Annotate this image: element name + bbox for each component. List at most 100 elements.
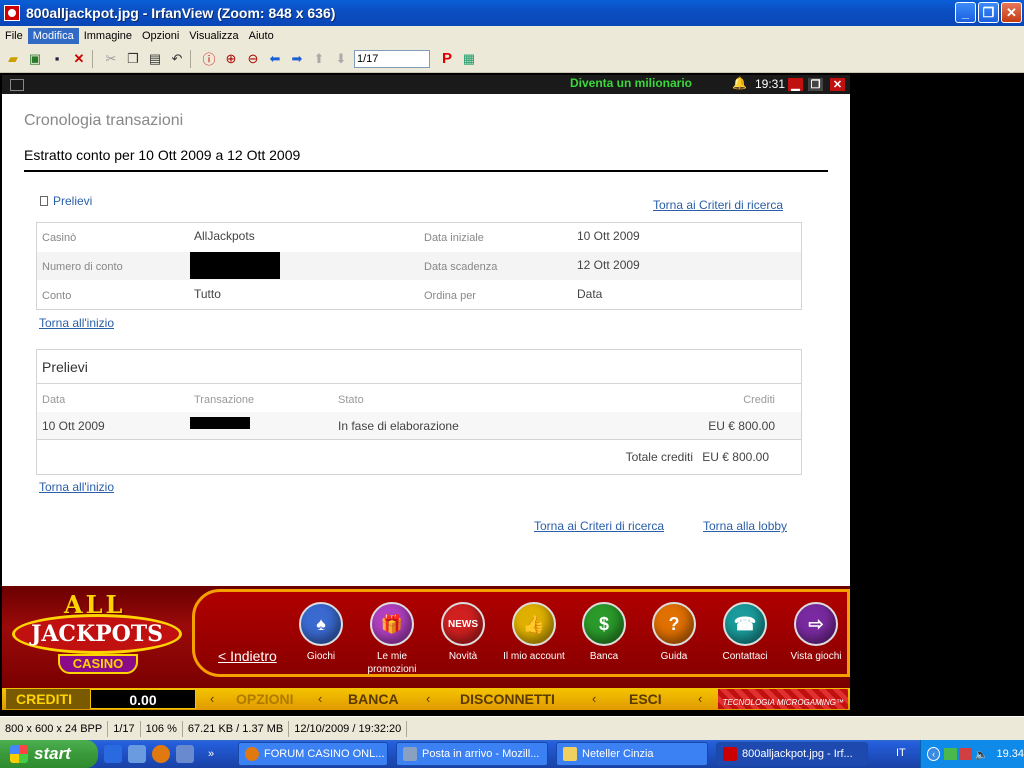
firefox-icon[interactable] [152, 745, 170, 763]
transaction-history-page: Cronologia transazioni Estratto conto pe… [2, 94, 850, 586]
account-number-label: Numero di conto [42, 261, 123, 273]
nav-vista-giochi[interactable]: ⇨ Vista giochi [780, 602, 852, 663]
casino-label: Casinò [42, 232, 77, 244]
task-folder[interactable]: Neteller Cinzia [556, 742, 708, 766]
column-header-status: Stato [338, 394, 364, 406]
info-row: Conto Tutto Ordina per Data [37, 281, 801, 309]
save-icon[interactable]: ▪ [46, 48, 68, 70]
menu-bar: File Modifica Immagine Opzioni Visualizz… [0, 26, 1024, 45]
minimize-button[interactable]: _ [955, 2, 976, 23]
mail-icon[interactable] [176, 745, 194, 763]
statement-period: Estratto conto per 10 Ott 2009 a 12 Ott … [24, 147, 301, 163]
casino-close-button[interactable]: ✕ [830, 78, 845, 91]
account-value: Tutto [194, 287, 221, 301]
windows-logo-icon [10, 745, 28, 763]
credits-label: CREDITI [6, 689, 90, 709]
volume-icon[interactable]: 🔈 [974, 748, 988, 761]
microgaming-badge: TECNOLOGIA MICROGAMING™ [718, 689, 848, 709]
toolbar-separator [190, 49, 196, 68]
bar-separator: ‹ [318, 691, 323, 706]
bar-opzioni[interactable]: OPZIONI [236, 691, 294, 707]
task-irfanview[interactable]: 800alljackpot.jpg - Irf... [716, 742, 868, 766]
casino-footer: ALL JACKPOTS CASINO < Indietro ♠ Giochi … [2, 586, 850, 688]
tray-expand-icon[interactable]: ‹ [927, 747, 941, 761]
casino-minimize-button[interactable]: ▁ [788, 78, 803, 91]
info-row: Casinò AllJackpots Data iniziale 10 Ott … [37, 223, 801, 251]
ie-icon[interactable] [104, 745, 122, 763]
nav-guida[interactable]: ? Guida [638, 602, 710, 663]
info-row: Numero di conto Data scadenza 12 Ott 200… [37, 252, 801, 280]
task-forum[interactable]: FORUM CASINO ONL... [238, 742, 388, 766]
casino-restore-button[interactable]: ❐ [808, 78, 823, 91]
irfanview-icon [4, 5, 20, 21]
nav-novita[interactable]: NEWS Novità [427, 602, 499, 663]
bar-esci[interactable]: ESCI [629, 691, 662, 707]
zoom-in-icon[interactable]: ⊕ [220, 48, 242, 70]
paste-icon[interactable]: ▤ [144, 48, 166, 70]
menu-file[interactable]: File [0, 28, 28, 44]
previous-icon[interactable]: ⬅ [264, 48, 286, 70]
back-to-lobby-link[interactable]: Torna alla lobby [703, 519, 787, 533]
last-icon[interactable]: ⬇ [330, 48, 352, 70]
close-button[interactable]: ✕ [1001, 2, 1022, 23]
redacted-account-number [190, 252, 280, 279]
row-date: 10 Ott 2009 [42, 419, 105, 433]
menu-opzioni[interactable]: Opzioni [137, 28, 184, 44]
maximize-button[interactable]: ❐ [978, 2, 999, 23]
menu-aiuto[interactable]: Aiuto [244, 28, 279, 44]
bar-disconnetti[interactable]: DISCONNETTI [460, 691, 555, 707]
status-datetime: 12/10/2009 / 19:32:20 [289, 720, 408, 737]
thumbnails-icon[interactable]: ▦ [458, 48, 480, 70]
network-icon[interactable] [944, 748, 958, 760]
status-page: 1/17 [108, 720, 141, 737]
task-mail[interactable]: Posta in arrivo - Mozill... [396, 742, 548, 766]
nav-banca[interactable]: $ Banca [568, 602, 640, 663]
status-filesize: 67.21 KB / 1.37 MB [183, 720, 290, 737]
start-button[interactable]: start [0, 740, 98, 768]
transactions-box: Prelievi Data Transazione Stato Crediti … [36, 349, 802, 475]
back-to-top-link-2[interactable]: Torna all'inizio [39, 480, 114, 494]
next-icon[interactable]: ➡ [286, 48, 308, 70]
first-icon[interactable]: ⬆ [308, 48, 330, 70]
title-divider [24, 170, 828, 172]
total-credits-label: Totale crediti [625, 450, 693, 464]
info-icon[interactable]: ⓘ [198, 48, 220, 70]
nav-giochi[interactable]: ♠ Giochi [285, 602, 357, 663]
document-icon [40, 196, 48, 206]
news-icon: NEWS [441, 602, 485, 646]
back-link[interactable]: < Indietro [218, 648, 277, 664]
slideshow-icon[interactable]: ▣ [24, 48, 46, 70]
language-indicator[interactable]: IT [896, 747, 906, 759]
casino-clock: 19:31 [755, 77, 786, 91]
properties-icon[interactable]: P [436, 48, 458, 70]
delete-icon[interactable]: ✕ [68, 48, 90, 70]
page-title: Cronologia transazioni [24, 112, 184, 129]
nav-contattaci[interactable]: ☎ Contattaci [709, 602, 781, 663]
desktop-icon[interactable] [128, 745, 146, 763]
bar-banca[interactable]: BANCA [348, 691, 399, 707]
back-to-top-link[interactable]: Torna all'inizio [39, 316, 114, 330]
toolbar: ▰ ▣ ▪ ✕ ✂ ❐ ▤ ↶ ⓘ ⊕ ⊖ ⬅ ➡ ⬆ ⬇ 1/17 P ▦ [0, 45, 1024, 73]
nav-account[interactable]: 👍 Il mio account [498, 602, 570, 663]
end-date-label: Data scadenza [424, 261, 498, 273]
undo-icon[interactable]: ↶ [166, 48, 188, 70]
open-icon[interactable]: ▰ [2, 48, 24, 70]
prelievi-link[interactable]: Prelievi [40, 194, 92, 208]
cut-icon[interactable]: ✂ [100, 48, 122, 70]
status-bar: 800 x 600 x 24 BPP 1/17 106 % 67.21 KB /… [0, 716, 1024, 740]
back-to-criteria-link[interactable]: Torna ai Criteri di ricerca [653, 198, 783, 212]
menu-immagine[interactable]: Immagine [79, 28, 137, 44]
nav-promozioni[interactable]: 🎁 Le mie promozioni [356, 602, 428, 676]
table-row: 10 Ott 2009 In fase di elaborazione EU €… [37, 412, 801, 440]
back-to-criteria-link-2[interactable]: Torna ai Criteri di ricerca [534, 519, 664, 533]
credits-value: 0.00 [90, 689, 196, 709]
menu-visualizza[interactable]: Visualizza [184, 28, 243, 44]
page-counter-field[interactable]: 1/17 [354, 49, 430, 68]
copy-icon[interactable]: ❐ [122, 48, 144, 70]
zoom-out-icon[interactable]: ⊖ [242, 48, 264, 70]
title-bar: 800alljackpot.jpg - IrfanView (Zoom: 848… [0, 0, 1024, 26]
quicklaunch-chevron-icon[interactable]: » [208, 748, 214, 760]
total-credits-value: EU € 800.00 [702, 450, 769, 464]
antivirus-icon[interactable] [959, 748, 973, 760]
menu-modifica[interactable]: Modifica [27, 27, 79, 44]
